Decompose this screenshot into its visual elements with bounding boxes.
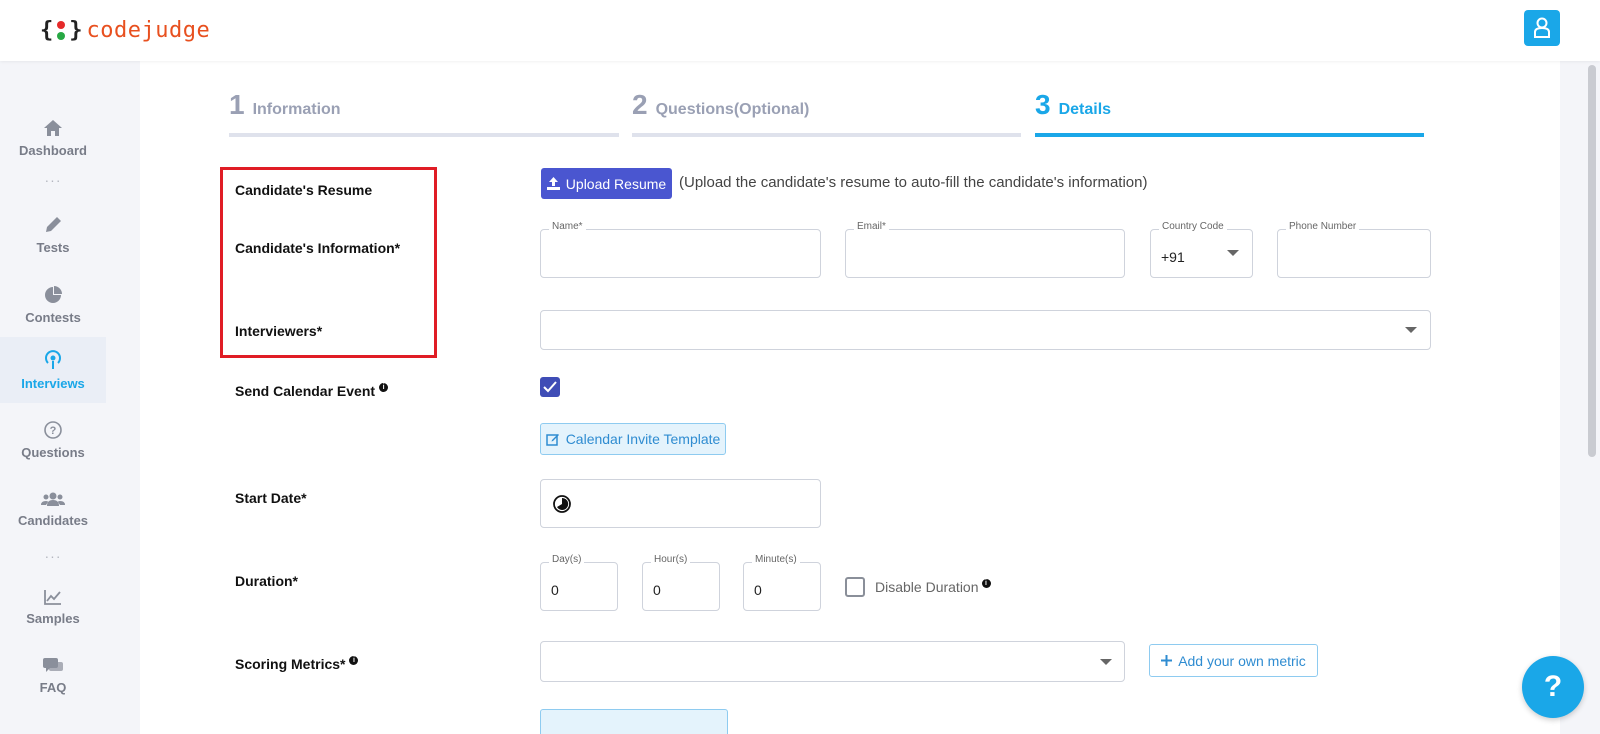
candidate-information-label: Candidate's Information* [235,240,401,256]
duration-days-field[interactable]: Day(s) 0 [540,554,618,611]
sidebar: Dashboard ··· Tests Contests Interviews … [0,61,106,734]
question-circle-icon: ? [44,420,62,439]
step-number: 1 [229,89,245,120]
step-title: Questions(Optional) [655,101,810,118]
duration-label: Duration* [235,573,298,589]
info-icon[interactable]: i [349,655,359,665]
broadcast-icon [45,349,61,369]
send-calendar-event-checkbox[interactable] [540,377,560,397]
interviewers-select[interactable] [540,310,1431,350]
chevron-down-icon [1405,327,1417,333]
chevron-down-icon [1100,659,1112,665]
question-mark-icon: ? [1543,670,1563,703]
send-calendar-event-label: Send Calendar Event i [235,382,389,399]
edit-icon [545,434,559,446]
step-progress-bar [632,133,1021,137]
scoring-metrics-label: Scoring Metrics* i [235,655,359,672]
interviewers-label: Interviewers* [235,323,323,339]
step-information[interactable]: 1 Information [229,89,619,137]
sidebar-item-dashboard[interactable]: Dashboard [0,105,106,171]
country-code-select[interactable]: Country Code +91 [1150,221,1253,278]
top-header: { } codejudge [0,0,1600,61]
sidebar-item-label: Contests [25,309,81,325]
help-button[interactable]: ? [1522,656,1584,718]
pen-icon [46,216,61,232]
sidebar-item-tests[interactable]: Tests [0,202,106,268]
step-progress-bar [229,133,619,137]
logo-text: codejudge [86,18,211,43]
info-icon[interactable]: i [379,382,389,392]
sidebar-item-candidates[interactable]: Candidates [0,476,106,542]
step-details[interactable]: 3 Details [1035,89,1424,137]
duration-minutes-field[interactable]: Minute(s) 0 [743,554,821,611]
sidebar-item-contests[interactable]: Contests [0,272,106,338]
step-number: 2 [632,89,648,120]
step-title: Details [1058,101,1112,118]
scoring-metrics-select[interactable] [540,641,1125,682]
sidebar-item-label: Samples [26,610,80,626]
email-field[interactable]: Email* [845,221,1125,278]
sidebar-item-label: Interviews [21,375,85,391]
sidebar-item-label: Tests [36,239,70,255]
step-number: 3 [1035,89,1051,120]
info-icon[interactable]: i [981,578,991,588]
duration-hours-field[interactable]: Hour(s) 0 [642,554,720,611]
sidebar-item-label: Dashboard [19,142,87,158]
disable-duration-checkbox[interactable] [845,577,865,597]
svg-text:?: ? [50,425,57,437]
sidebar-item-questions[interactable]: ? Questions [0,407,106,473]
start-date-label: Start Date* [235,490,307,506]
phone-number-field[interactable]: Phone Number [1277,221,1431,278]
sidebar-item-label: Candidates [17,512,89,528]
upload-icon [546,177,560,190]
clock-icon [553,495,571,513]
chevron-down-icon [1227,250,1239,256]
user-icon [1534,17,1550,38]
scrollbar-thumb[interactable] [1588,65,1596,457]
sidebar-item-label: FAQ [39,679,67,695]
start-date-picker[interactable] [540,479,821,528]
chart-line-icon [44,589,61,605]
partially-visible-button[interactable] [540,709,728,734]
pie-chart-icon [45,285,62,303]
step-progress-bar [1035,133,1424,137]
home-icon [44,119,62,136]
disable-duration-label: Disable Duration i [875,578,991,595]
plus-icon [1161,655,1173,666]
users-icon [41,492,65,506]
resume-label: Candidate's Resume [235,182,373,198]
sidebar-separator: ··· [44,548,62,564]
sidebar-item-samples[interactable]: Samples [0,574,106,640]
step-questions[interactable]: 2 Questions(Optional) [632,89,1021,137]
comments-icon [43,657,63,672]
page-scrollbar[interactable] [1584,61,1600,734]
checkmark-icon [543,381,557,393]
user-profile-button[interactable] [1524,10,1560,46]
sidebar-item-interviews[interactable]: Interviews [0,337,106,403]
sidebar-item-faq[interactable]: FAQ [0,643,106,709]
upload-resume-button[interactable]: Upload Resume [541,168,672,199]
sidebar-item-label: Questions [21,444,85,460]
codejudge-logo[interactable]: { } codejudge [40,18,210,43]
sidebar-separator: ··· [44,172,62,188]
upload-resume-hint: (Upload the candidate's resume to auto-f… [679,174,1148,191]
main-content: 1 Information 2 Questions(Optional) 3 Detai… [140,61,1560,734]
calendar-invite-template-button[interactable]: Calendar Invite Template [540,423,726,455]
add-own-metric-button[interactable]: Add your own metric [1149,644,1318,677]
name-field[interactable]: Name* [540,221,821,278]
step-title: Information [252,101,341,118]
